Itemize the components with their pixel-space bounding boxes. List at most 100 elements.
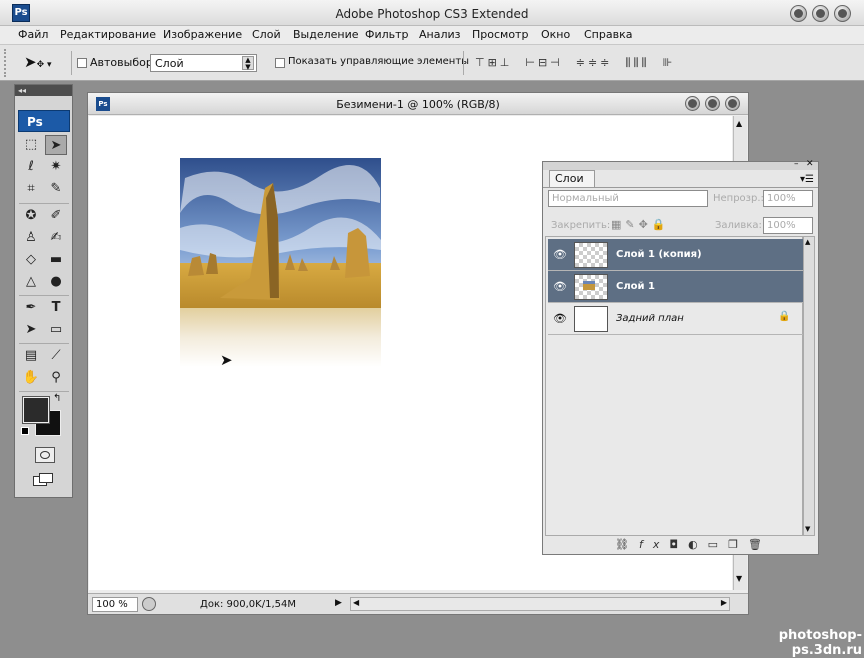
minimize-button[interactable] xyxy=(790,5,807,22)
watermark: photoshop-ps.3dn.ru xyxy=(778,628,862,658)
adjustment-layer-icon[interactable]: ◐ xyxy=(688,538,708,551)
document-title: Безимени-1 @ 100% (RGB/8) xyxy=(336,98,500,111)
swap-colors-icon[interactable]: ↰ xyxy=(53,393,61,404)
maximize-button[interactable] xyxy=(812,5,829,22)
document-titlebar: Ps Безимени-1 @ 100% (RGB/8) xyxy=(88,93,748,115)
blur-tool-icon[interactable]: △ xyxy=(20,272,42,292)
auto-select-value: Слой xyxy=(155,57,184,70)
doc-maximize-button[interactable] xyxy=(705,96,720,111)
layer-thumbnail xyxy=(574,306,608,332)
layer-row[interactable]: 👁 Задний план 🔒 xyxy=(548,303,803,335)
scroll-up-icon[interactable]: ▲ xyxy=(736,119,742,128)
divider xyxy=(71,51,72,75)
lock-icons[interactable]: ▦✎✥🔒 xyxy=(611,218,670,231)
panel-header: – ✕ xyxy=(543,159,818,170)
menu-analysis[interactable]: Анализ xyxy=(419,28,461,41)
default-colors-icon[interactable] xyxy=(21,427,29,435)
layers-list: 👁 Слой 1 (копия) 👁 Слой 1 👁 Задний план … xyxy=(545,236,803,536)
eye-icon[interactable]: 👁 xyxy=(553,280,567,293)
dodge-tool-icon[interactable]: ● xyxy=(45,272,67,292)
zoom-field[interactable]: 100 % xyxy=(92,597,138,612)
fill-label: Заливка: xyxy=(715,220,762,231)
move-tool-preset-icon[interactable]: ➤✥ ▾ xyxy=(24,53,52,71)
doc-close-button[interactable] xyxy=(725,96,740,111)
zoom-tool-icon[interactable]: ⚲ xyxy=(45,368,67,388)
pinnacles-photo xyxy=(180,158,381,367)
menu-edit[interactable]: Редактирование xyxy=(60,28,156,41)
opacity-field[interactable]: 100% xyxy=(763,190,813,207)
divider xyxy=(463,51,464,75)
move-tool-icon[interactable]: ➤ xyxy=(45,135,67,155)
menu-image[interactable]: Изображение xyxy=(163,28,242,41)
healing-brush-tool-icon[interactable]: ✪ xyxy=(20,206,42,226)
panel-menu-icon[interactable]: ▾☰ xyxy=(800,174,814,185)
layer-row[interactable]: 👁 Слой 1 xyxy=(548,271,803,303)
show-controls-label: Показать управляющие элементы xyxy=(288,56,470,67)
menu-window[interactable]: Окно xyxy=(541,28,570,41)
menu-filter[interactable]: Фильтр xyxy=(365,28,409,41)
marquee-tool-icon[interactable]: ⬚ xyxy=(20,135,42,155)
pen-tool-icon[interactable]: ✒ xyxy=(20,298,42,318)
trash-icon[interactable]: 🗑 xyxy=(748,538,772,551)
menu-select[interactable]: Выделение xyxy=(293,28,359,41)
path-selection-tool-icon[interactable]: ➤ xyxy=(20,320,42,340)
foreground-color-swatch[interactable] xyxy=(22,396,50,424)
notes-tool-icon[interactable]: ▤ xyxy=(20,346,42,366)
options-bar: ➤✥ ▾ Автовыбор: Слой ▲ ▼ Показать управля… xyxy=(0,45,864,81)
eye-icon[interactable]: 👁 xyxy=(553,312,567,325)
fill-field[interactable]: 100% xyxy=(763,217,813,234)
history-brush-tool-icon[interactable]: ✍ xyxy=(45,228,67,248)
group-folder-icon[interactable]: ▭ xyxy=(708,538,728,551)
layers-scrollbar[interactable]: ▲ ▼ xyxy=(803,236,815,536)
fill-value: 100% xyxy=(767,220,796,231)
align-icons-group[interactable]: ⊤⊞⊥ ⊢⊟⊣ ≑≑≑ ⫼⫼⫼ ⊪ xyxy=(475,56,675,70)
blend-mode-dropdown[interactable]: Нормальный xyxy=(548,190,708,207)
layer-thumbnail xyxy=(574,274,608,300)
menu-layer[interactable]: Слой xyxy=(252,28,281,41)
tab-layers[interactable]: Слои ✕ xyxy=(549,170,595,201)
eyedropper-tool-icon[interactable]: ⟋ xyxy=(45,346,67,366)
crop-tool-icon[interactable]: ⌗ xyxy=(20,179,42,199)
mask-icon[interactable]: ◘ xyxy=(669,538,688,551)
magic-wand-tool-icon[interactable]: ✷ xyxy=(45,157,67,177)
layers-panel: – ✕ Слои ✕ ▾☰ Нормальный Непрозр.: 100% … xyxy=(542,159,819,555)
doc-minimize-button[interactable] xyxy=(685,96,700,111)
layer-name: Слой 1 (копия) xyxy=(616,249,702,260)
stamp-tool-icon[interactable]: ♙ xyxy=(20,228,42,248)
lasso-tool-icon[interactable]: ℓ xyxy=(20,157,42,177)
type-tool-icon[interactable]: T xyxy=(45,298,67,318)
menu-help[interactable]: Справка xyxy=(584,28,632,41)
auto-select-dropdown[interactable]: Слой ▲ ▼ xyxy=(150,54,257,72)
close-button[interactable] xyxy=(834,5,851,22)
shape-tool-icon[interactable]: ▭ xyxy=(45,320,67,340)
blend-mode-value: Нормальный xyxy=(552,193,619,204)
show-controls-checkbox[interactable] xyxy=(275,58,285,68)
menu-file[interactable]: Файл xyxy=(18,28,48,41)
scroll-down-icon[interactable]: ▼ xyxy=(736,574,742,583)
panel-minimize-icon[interactable]: – xyxy=(794,159,799,169)
scroll-down-icon[interactable]: ▼ xyxy=(805,525,810,533)
eye-icon[interactable]: 👁 xyxy=(553,248,567,261)
panel-close-icon[interactable]: ✕ xyxy=(806,159,814,169)
scroll-right-icon[interactable]: ▶ xyxy=(721,598,727,607)
quick-mask-icon[interactable] xyxy=(35,447,55,463)
layer-row[interactable]: 👁 Слой 1 (копия) xyxy=(548,239,803,271)
eraser-tool-icon[interactable]: ◇ xyxy=(20,250,42,270)
gradient-tool-icon[interactable]: ▬ xyxy=(45,250,67,270)
status-menu-icon[interactable] xyxy=(142,597,156,611)
scroll-up-icon[interactable]: ▲ xyxy=(805,238,810,246)
new-layer-icon[interactable]: ❐ xyxy=(728,538,748,551)
horizontal-scrollbar[interactable]: ◀ ▶ xyxy=(350,597,730,611)
fx-icon[interactable]: fx xyxy=(639,538,669,551)
menu-view[interactable]: Просмотр xyxy=(472,28,528,41)
auto-select-checkbox[interactable] xyxy=(77,58,87,68)
scroll-left-icon[interactable]: ◀ xyxy=(353,598,359,607)
screen-mode-icon[interactable] xyxy=(33,473,55,489)
status-arrow-icon[interactable]: ▶ xyxy=(335,598,342,608)
divider xyxy=(19,391,69,392)
toolbox-collapse[interactable]: ◂◂ xyxy=(15,85,72,96)
link-layers-icon[interactable]: ⛓ xyxy=(615,538,639,551)
hand-tool-icon[interactable]: ✋ xyxy=(20,368,42,388)
brush-tool-icon[interactable]: ✐ xyxy=(45,206,67,226)
slice-tool-icon[interactable]: ✎ xyxy=(45,179,67,199)
